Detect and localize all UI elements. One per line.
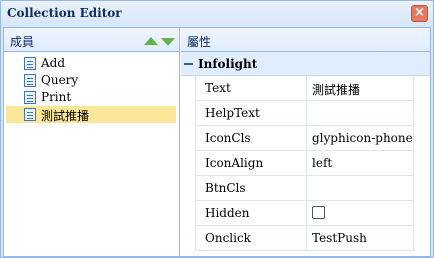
property-row-hidden: Hidden	[181, 201, 430, 226]
members-header-label: 成員	[10, 35, 35, 49]
member-item-label: Query	[41, 73, 79, 87]
properties-header-label: 屬性	[187, 35, 212, 49]
member-item-label: Print	[41, 90, 72, 104]
property-row-text: Text 測試推播	[181, 76, 430, 101]
title-bar[interactable]: Collection Editor ×	[1, 1, 433, 27]
editor-body: 成員 Add Query Print 測試推播 屬性 Infolight Tex…	[3, 27, 431, 257]
property-group-infolight[interactable]: Infolight	[181, 52, 430, 76]
property-value-btncls[interactable]	[307, 176, 414, 201]
property-value-iconalign[interactable]: left	[307, 151, 414, 176]
property-value-iconcls[interactable]: glyphicon-phone	[307, 126, 414, 151]
member-item-label: Add	[41, 56, 66, 70]
property-name: Onclick	[195, 226, 307, 251]
member-item-print[interactable]: Print	[6, 89, 176, 106]
down-arrow-icon[interactable]	[161, 38, 175, 46]
document-icon	[24, 91, 36, 104]
property-row-btncls: BtnCls	[181, 176, 430, 201]
property-name: IconCls	[195, 126, 307, 151]
property-row-onclick: Onclick TestPush	[181, 226, 430, 251]
property-value-onclick[interactable]: TestPush	[307, 226, 414, 251]
property-name: IconAlign	[195, 151, 307, 176]
collapse-icon[interactable]	[184, 63, 193, 65]
member-item-add[interactable]: Add	[6, 55, 176, 72]
hidden-checkbox[interactable]	[312, 206, 325, 219]
property-row-iconalign: IconAlign left	[181, 151, 430, 176]
property-name: Text	[195, 76, 307, 101]
property-name: BtnCls	[195, 176, 307, 201]
property-group-label: Infolight	[198, 57, 258, 71]
collection-editor-dialog: Collection Editor × 成員 Add Query Print 測…	[0, 0, 434, 258]
member-item-label: 測試推播	[41, 109, 90, 123]
close-icon[interactable]: ×	[411, 5, 428, 22]
up-arrow-icon[interactable]	[144, 37, 158, 45]
property-row-iconcls: IconCls glyphicon-phone	[181, 126, 430, 151]
member-item-test-push[interactable]: 測試推播	[6, 106, 176, 123]
document-icon	[24, 108, 36, 121]
property-row-helptext: HelpText	[181, 101, 430, 126]
properties-header: 屬性	[181, 28, 430, 52]
members-panel: 成員 Add Query Print 測試推播	[4, 28, 180, 256]
property-value-hidden	[307, 201, 414, 226]
document-icon	[24, 74, 36, 87]
property-name: Hidden	[195, 201, 307, 226]
dialog-title: Collection Editor	[7, 6, 122, 20]
property-value-text[interactable]: 測試推播	[307, 76, 414, 101]
property-value-helptext[interactable]	[307, 101, 414, 126]
properties-panel: 屬性 Infolight Text 測試推播 HelpText IconCls …	[181, 28, 430, 256]
members-header: 成員	[4, 28, 179, 52]
document-icon	[24, 57, 36, 70]
property-name: HelpText	[195, 101, 307, 126]
member-item-query[interactable]: Query	[6, 72, 176, 89]
